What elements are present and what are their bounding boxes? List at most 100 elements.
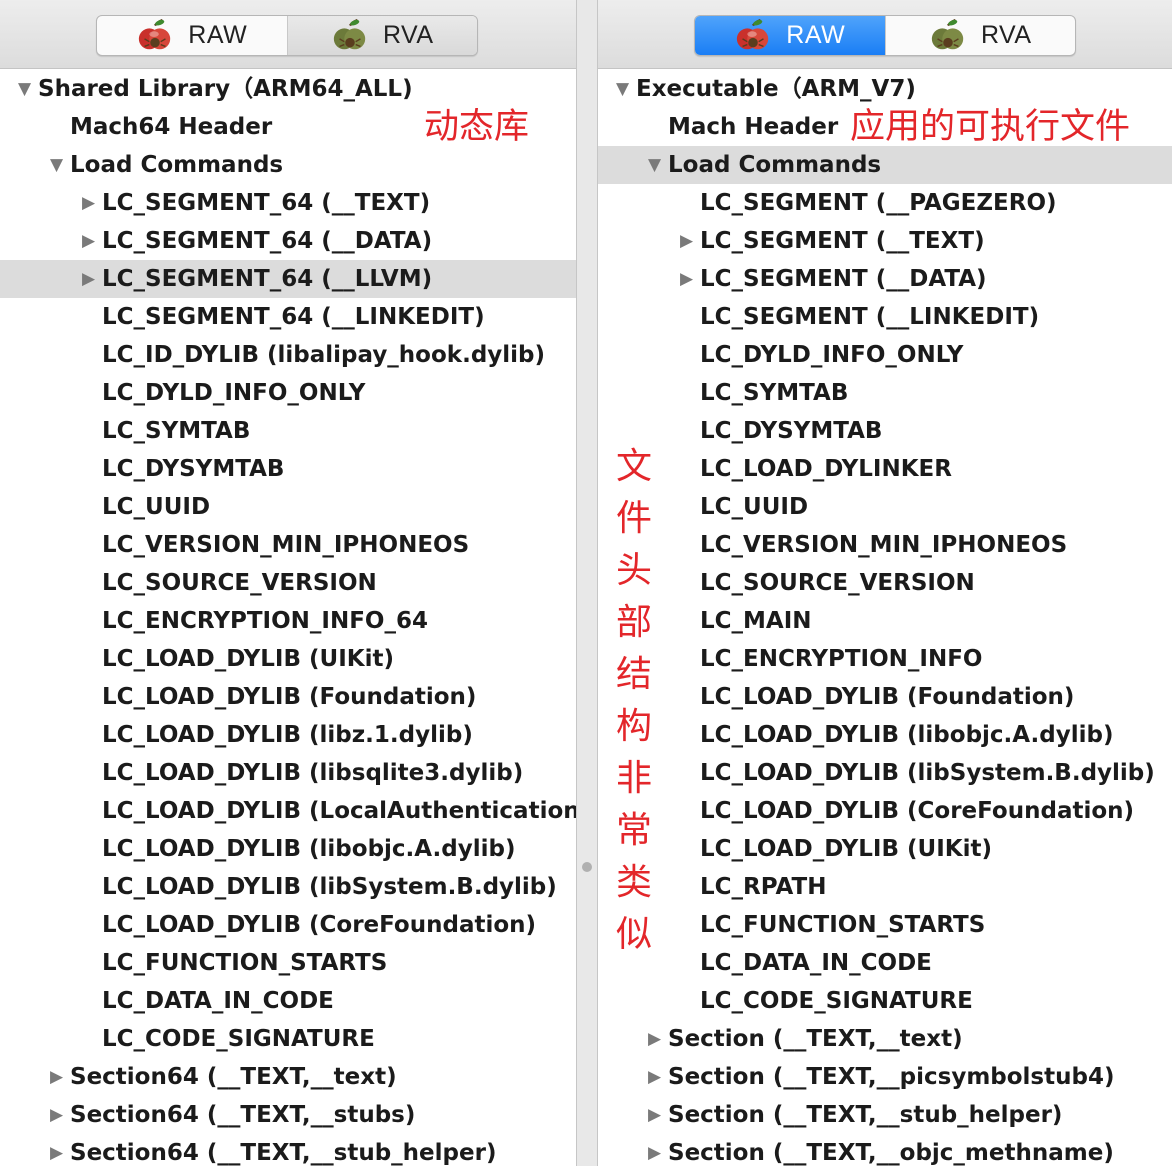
tree-row[interactable]: LC_LOAD_DYLIB (UIKit): [0, 640, 576, 678]
tree-row-label: LC_LOAD_DYLINKER: [700, 456, 952, 482]
tree-row[interactable]: LC_LOAD_DYLIB (UIKit): [598, 830, 1172, 868]
disclosure-right-icon[interactable]: ▶: [50, 1058, 63, 1096]
tree-row[interactable]: LC_SOURCE_VERSION: [598, 564, 1172, 602]
tree-row-label: LC_ENCRYPTION_INFO: [700, 646, 983, 672]
tree-row[interactable]: ▶ Section64 (__TEXT,__stubs): [0, 1096, 576, 1134]
tree-row[interactable]: ▼ Shared Library（ARM64_ALL): [0, 70, 576, 108]
tree-row-label: LC_LOAD_DYLIB (Foundation): [700, 684, 1075, 710]
tree-row[interactable]: LC_MAIN: [598, 602, 1172, 640]
disclosure-down-icon[interactable]: ▼: [50, 146, 63, 184]
disclosure-right-icon[interactable]: ▶: [50, 1096, 63, 1134]
tree-row[interactable]: LC_CODE_SIGNATURE: [0, 1020, 576, 1058]
tree-row-label: LC_SYMTAB: [700, 380, 849, 406]
tree-row[interactable]: ▶ LC_SEGMENT (__DATA): [598, 260, 1172, 298]
tree-row[interactable]: LC_DYLD_INFO_ONLY: [0, 374, 576, 412]
tree-row[interactable]: LC_DATA_IN_CODE: [598, 944, 1172, 982]
tree-row[interactable]: ▶ LC_SEGMENT_64 (__DATA): [0, 222, 576, 260]
tree-row[interactable]: LC_DYSYMTAB: [0, 450, 576, 488]
tree-row[interactable]: ▶ Section (__TEXT,__objc_methname): [598, 1134, 1172, 1166]
splitter-handle[interactable]: [582, 862, 592, 872]
tree-row[interactable]: LC_LOAD_DYLIB (libobjc.A.dylib): [598, 716, 1172, 754]
tree-row[interactable]: ▶ Section64 (__TEXT,__stub_helper): [0, 1134, 576, 1166]
tree-row[interactable]: ▶ LC_SEGMENT_64 (__TEXT): [0, 184, 576, 222]
disclosure-right-icon[interactable]: ▶: [50, 1134, 63, 1166]
disclosure-right-icon[interactable]: ▶: [82, 222, 95, 260]
tree-row[interactable]: LC_LOAD_DYLIB (libobjc.A.dylib): [0, 830, 576, 868]
tree-row[interactable]: LC_LOAD_DYLIB (LocalAuthentication): [0, 792, 576, 830]
disclosure-down-icon[interactable]: ▼: [616, 70, 629, 108]
tree-row-label: LC_ID_DYLIB (libalipay_hook.dylib): [102, 342, 546, 368]
tree-row[interactable]: LC_LOAD_DYLIB (libz.1.dylib): [0, 716, 576, 754]
tree-row[interactable]: ▼ Load Commands: [0, 146, 576, 184]
tree-row[interactable]: LC_ENCRYPTION_INFO: [598, 640, 1172, 678]
right-raw-rva-segmented-control[interactable]: RAW RVA: [694, 15, 1076, 56]
right-annotation: 应用的可执行文件: [850, 107, 1131, 147]
left-outline-tree: ▼ Shared Library（ARM64_ALL) Mach64 Header ▼…: [0, 70, 576, 1166]
left-rva-button[interactable]: RVA: [286, 16, 477, 55]
left-raw-rva-segmented-control[interactable]: RAW RVA: [96, 15, 478, 56]
tree-row[interactable]: LC_FUNCTION_STARTS: [0, 944, 576, 982]
tree-row-label: LC_SOURCE_VERSION: [102, 570, 377, 596]
disclosure-down-icon[interactable]: ▼: [18, 70, 31, 108]
tree-row[interactable]: LC_LOAD_DYLIB (libSystem.B.dylib): [598, 754, 1172, 792]
tree-row[interactable]: LC_ID_DYLIB (libalipay_hook.dylib): [0, 336, 576, 374]
disclosure-right-icon[interactable]: ▶: [82, 260, 95, 298]
tree-row[interactable]: ▶ LC_SEGMENT_64 (__LLVM): [0, 260, 576, 298]
tree-row[interactable]: LC_LOAD_DYLIB (CoreFoundation): [598, 792, 1172, 830]
tree-row[interactable]: ▶ Section (__TEXT,__stub_helper): [598, 1096, 1172, 1134]
tree-row[interactable]: LC_SEGMENT (__PAGEZERO): [598, 184, 1172, 222]
tree-row-label: LC_SEGMENT (__TEXT): [700, 228, 985, 254]
disclosure-right-icon[interactable]: ▶: [648, 1134, 661, 1166]
tree-row[interactable]: LC_CODE_SIGNATURE: [598, 982, 1172, 1020]
vertical-annotation-char: 似: [615, 914, 652, 955]
tree-row[interactable]: ▼ Load Commands: [598, 146, 1172, 184]
tree-row[interactable]: LC_ENCRYPTION_INFO_64: [0, 602, 576, 640]
disclosure-right-icon[interactable]: ▶: [82, 184, 95, 222]
right-outline-tree: ▼ Executable（ARM_V7) Mach Header ▼ Load Comm…: [598, 70, 1172, 1166]
tree-row[interactable]: LC_VERSION_MIN_IPHONEOS: [598, 526, 1172, 564]
tree-row[interactable]: LC_LOAD_DYLIB (CoreFoundation): [0, 906, 576, 944]
disclosure-right-icon[interactable]: ▶: [648, 1058, 661, 1096]
apple-bug-green-icon: [931, 18, 964, 49]
tree-row[interactable]: ▶ Section (__TEXT,__picsymbolstub4): [598, 1058, 1172, 1096]
tree-row[interactable]: LC_LOAD_DYLIB (libsqlite3.dylib): [0, 754, 576, 792]
tree-row[interactable]: LC_UUID: [0, 488, 576, 526]
tree-row[interactable]: ▶ LC_SEGMENT (__TEXT): [598, 222, 1172, 260]
tree-row[interactable]: ▶ Section (__TEXT,__text): [598, 1020, 1172, 1058]
tree-row[interactable]: LC_FUNCTION_STARTS: [598, 906, 1172, 944]
left-rva-label: RVA: [382, 21, 434, 49]
tree-row[interactable]: LC_UUID: [598, 488, 1172, 526]
tree-row-label: LC_LOAD_DYLIB (libobjc.A.dylib): [102, 836, 516, 862]
tree-row[interactable]: LC_LOAD_DYLIB (Foundation): [598, 678, 1172, 716]
tree-row-label: LC_VERSION_MIN_IPHONEOS: [700, 532, 1068, 558]
tree-row[interactable]: LC_SYMTAB: [0, 412, 576, 450]
tree-row[interactable]: LC_DATA_IN_CODE: [0, 982, 576, 1020]
tree-row[interactable]: LC_LOAD_DYLINKER: [598, 450, 1172, 488]
left-raw-button[interactable]: RAW: [97, 16, 287, 55]
right-raw-button[interactable]: RAW: [695, 16, 885, 55]
tree-row-label: Section (__TEXT,__stub_helper): [668, 1102, 1063, 1128]
tree-row[interactable]: LC_SOURCE_VERSION: [0, 564, 576, 602]
right-rva-button[interactable]: RVA: [884, 16, 1076, 55]
tree-row[interactable]: LC_VERSION_MIN_IPHONEOS: [0, 526, 576, 564]
tree-row-label: LC_LOAD_DYLIB (UIKit): [700, 836, 992, 862]
disclosure-right-icon[interactable]: ▶: [648, 1096, 661, 1134]
tree-row[interactable]: LC_DYSYMTAB: [598, 412, 1172, 450]
tree-row[interactable]: LC_SYMTAB: [598, 374, 1172, 412]
disclosure-right-icon[interactable]: ▶: [648, 1020, 661, 1058]
tree-row[interactable]: LC_DYLD_INFO_ONLY: [598, 336, 1172, 374]
tree-row-label: LC_SOURCE_VERSION: [700, 570, 975, 596]
disclosure-right-icon[interactable]: ▶: [680, 222, 693, 260]
tree-row-label: Section64 (__TEXT,__stub_helper): [70, 1140, 497, 1166]
tree-row[interactable]: ▼ Executable（ARM_V7): [598, 70, 1172, 108]
tree-row[interactable]: LC_LOAD_DYLIB (libSystem.B.dylib): [0, 868, 576, 906]
tree-row[interactable]: LC_SEGMENT_64 (__LINKEDIT): [0, 298, 576, 336]
vertical-annotation-char: 结: [615, 654, 652, 695]
pane-splitter[interactable]: [576, 0, 598, 1166]
tree-row[interactable]: LC_LOAD_DYLIB (Foundation): [0, 678, 576, 716]
disclosure-down-icon[interactable]: ▼: [648, 146, 661, 184]
tree-row[interactable]: LC_SEGMENT (__LINKEDIT): [598, 298, 1172, 336]
tree-row[interactable]: ▶ Section64 (__TEXT,__text): [0, 1058, 576, 1096]
disclosure-right-icon[interactable]: ▶: [680, 260, 693, 298]
tree-row[interactable]: LC_RPATH: [598, 868, 1172, 906]
